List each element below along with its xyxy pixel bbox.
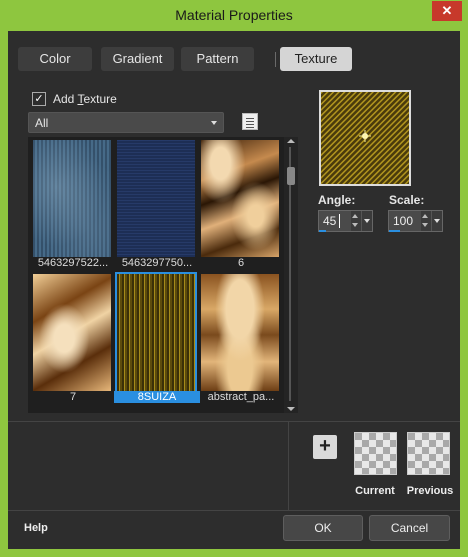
tab-pattern[interactable]: Pattern [181, 47, 254, 71]
section-divider [8, 421, 460, 422]
scroll-up-icon[interactable] [287, 139, 295, 143]
texture-thumbnail[interactable]: 5463297750... [114, 137, 195, 269]
tab-texture[interactable]: Texture [280, 47, 352, 71]
scale-level-bar [389, 230, 400, 232]
texture-caption: 5463297522... [37, 257, 109, 269]
tab-gradient[interactable]: Gradient [101, 47, 174, 71]
texture-grid: 5463297522... 5463297750... 6 7 8SUIZA a… [28, 137, 285, 413]
texture-image-gold-stripes [115, 272, 197, 393]
chevron-down-icon [211, 121, 217, 125]
section-divider [8, 510, 460, 511]
text-caret [339, 214, 340, 228]
current-swatch[interactable] [354, 432, 397, 475]
scale-spinbox[interactable]: 100 [388, 210, 443, 232]
tab-bar: Color Gradient Pattern Texture [18, 47, 448, 71]
angle-stepper[interactable] [351, 211, 361, 231]
texture-image-gold-swirl-tile [201, 140, 279, 257]
texture-preview-image [321, 92, 409, 184]
texture-preview [319, 90, 411, 186]
texture-thumbnail[interactable]: 6 [198, 137, 279, 269]
texture-caption: 6 [237, 257, 245, 269]
category-dropdown-value: All [35, 116, 49, 130]
material-properties-window: Material Properties ✕ Color Gradient Pat… [0, 0, 468, 557]
texture-image-gold-swirl [33, 274, 111, 391]
ok-button[interactable]: OK [283, 515, 363, 541]
texture-image-blue-denim-dark [117, 140, 195, 257]
scale-label: Scale: [389, 193, 425, 207]
add-texture-checkbox[interactable]: ✓ [32, 92, 46, 106]
angle-label: Angle: [318, 193, 356, 207]
add-to-swatches-button[interactable]: + [313, 435, 337, 459]
angle-spinbox[interactable]: 45 [318, 210, 373, 232]
tab-separator [275, 52, 276, 67]
checkerboard-icon [408, 433, 449, 474]
texture-thumbnail[interactable]: 7 [30, 271, 111, 403]
previous-swatch[interactable] [407, 432, 450, 475]
texture-thumbnail-selected[interactable]: 8SUIZA [114, 271, 200, 403]
window-title: Material Properties [175, 7, 293, 23]
texture-image-abstract-parchment [201, 274, 279, 391]
texture-grid-scrollbar[interactable] [284, 137, 298, 413]
section-divider [288, 422, 289, 510]
angle-slider-toggle[interactable] [361, 211, 372, 231]
help-link[interactable]: Help [24, 522, 48, 534]
texture-image-blue-denim-light [33, 140, 111, 257]
current-label: Current [355, 485, 395, 497]
dialog-body: Color Gradient Pattern Texture ✓ Add Tex… [8, 31, 460, 549]
checkerboard-icon [355, 433, 396, 474]
texture-thumbnail[interactable]: 5463297522... [30, 137, 111, 269]
texture-caption: 5463297750... [121, 257, 193, 269]
scale-stepper[interactable] [421, 211, 431, 231]
category-dropdown[interactable]: All [28, 112, 224, 133]
texture-thumbnail[interactable]: abstract_pa... [198, 271, 279, 403]
scroll-down-icon[interactable] [287, 407, 295, 411]
scale-slider-toggle[interactable] [431, 211, 442, 231]
cancel-button[interactable]: Cancel [369, 515, 450, 541]
angle-value: 45 [323, 214, 337, 228]
tab-color[interactable]: Color [18, 47, 92, 71]
texture-caption: abstract_pa... [207, 391, 275, 403]
title-bar[interactable]: Material Properties ✕ [0, 0, 468, 31]
close-button[interactable]: ✕ [432, 1, 462, 21]
scale-value: 100 [393, 214, 414, 228]
add-texture-label: Add Texture [53, 92, 117, 106]
scroll-track[interactable] [289, 147, 291, 401]
texture-caption: 8SUIZA [114, 391, 200, 403]
previous-label: Previous [406, 485, 454, 497]
angle-level-bar [319, 230, 326, 232]
texture-caption: 7 [69, 391, 77, 403]
texture-library-icon[interactable] [242, 113, 258, 130]
scroll-thumb[interactable] [287, 167, 295, 185]
